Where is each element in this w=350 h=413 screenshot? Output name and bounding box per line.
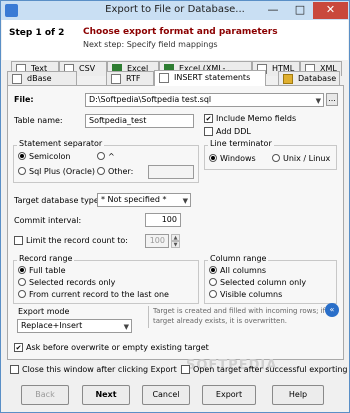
step-indicator: Step 1 of 2 [9,28,65,38]
rtf-icon [111,74,121,84]
record-full-table-radio[interactable] [18,266,26,274]
include-memo-checkbox[interactable] [204,114,213,123]
record-selected-label: Selected records only [29,278,116,287]
spin-down-icon[interactable]: ▼ [171,241,180,248]
minimize-button[interactable]: — [259,2,287,19]
record-from-current-radio[interactable] [18,290,26,298]
commit-interval-input[interactable]: 100 [145,213,181,227]
file-path-input[interactable]: D:\Softpedia\Softpedia test.sql ▼ [85,93,324,107]
title-bar: Export to File or Database... — □ ✕ [1,1,349,20]
close-after-checkbox[interactable] [10,365,19,374]
separator-other-radio[interactable] [97,167,105,175]
add-ddl-checkbox[interactable] [204,127,213,136]
export-mode-label: Export mode [18,307,70,316]
separator-semicolon-label: Semicolon [29,152,71,161]
record-from-current-label: From current record to the last one [29,290,169,299]
limit-checkbox[interactable] [14,236,23,245]
close-button[interactable]: ✕ [313,2,348,19]
target-db-label: Target database type: [14,196,102,205]
record-range-title: Record range [17,254,75,263]
column-all-radio[interactable] [209,266,217,274]
collapse-icon[interactable]: « [325,303,339,317]
separator-caret-label: ^ [108,152,115,161]
tab-rtf[interactable]: RTF [106,71,154,86]
chevron-down-icon: ▼ [182,197,188,205]
chevron-down-icon: ▼ [315,97,321,105]
sql-insert-icon [159,73,169,83]
separator-sqlplus-label: Sql Plus (Oracle) [29,167,96,176]
column-range-title: Column range [208,254,269,263]
limit-input[interactable]: 100 [145,234,169,248]
ask-overwrite-checkbox[interactable] [14,343,23,352]
separator-sqlplus-radio[interactable] [18,167,26,175]
open-after-label: Open target after successful exporting [193,365,348,374]
separator-other-input[interactable] [148,165,194,179]
include-memo-label: Include Memo fields [216,114,297,123]
header-subtitle: Next step: Specify field mappings [83,40,218,49]
column-selected-label: Selected column only [220,278,307,287]
tab-database[interactable]: Database [278,71,340,86]
column-visible-label: Visible columns [220,290,283,299]
tab-dbase[interactable]: dBase (DBF) [7,71,77,96]
database-icon [283,74,293,84]
limit-spinner[interactable]: ▲ ▼ [171,234,180,248]
add-ddl-label: Add DDL [216,127,251,136]
help-button[interactable]: Help [272,385,324,405]
terminator-windows-radio[interactable] [209,154,217,162]
statement-separator-title: Statement separator [17,139,105,148]
terminator-unix-label: Unix / Linux [283,154,331,163]
table-name-label: Table name: [14,116,63,125]
export-mode-select[interactable]: Replace+Insert ▼ [17,319,132,333]
column-visible-radio[interactable] [209,290,217,298]
record-selected-radio[interactable] [18,278,26,286]
commit-interval-label: Commit interval: [14,216,82,225]
chevron-down-icon: ▼ [123,323,129,331]
maximize-button[interactable]: □ [287,2,313,19]
separator-semicolon-radio[interactable] [18,152,26,160]
limit-label: Limit the record count to: [26,236,128,245]
browse-button[interactable]: ... [326,93,338,106]
export-button[interactable]: Export [202,385,256,405]
separator-other-label: Other: [108,167,134,176]
separator-caret-radio[interactable] [97,152,105,160]
tab-insert-statements[interactable]: INSERT statements [154,70,266,86]
record-full-table-label: Full table [29,266,66,275]
cancel-button[interactable]: Cancel [142,385,190,405]
dbase-icon [12,74,22,84]
close-after-label: Close this window after clicking Export [22,365,177,374]
column-selected-radio[interactable] [209,278,217,286]
column-all-label: All columns [220,266,267,275]
terminator-windows-label: Windows [220,154,256,163]
line-terminator-title: Line terminator [208,139,274,148]
target-db-select[interactable]: * Not specified * ▼ [97,193,191,207]
export-dialog: Export to File or Database... — □ ✕ Step… [0,0,350,413]
next-button[interactable]: Next [82,385,130,405]
spin-up-icon[interactable]: ▲ [171,234,180,241]
wizard-header: Step 1 of 2 Choose export format and par… [2,20,348,60]
header-title: Choose export format and parameters [83,27,278,37]
table-name-input[interactable]: Softpedia_test [85,114,194,128]
open-after-checkbox[interactable] [181,365,190,374]
ask-overwrite-label: Ask before overwrite or empty existing t… [26,343,209,352]
export-mode-help: Target is created and filled with incomi… [148,306,333,328]
back-button[interactable]: Back [21,385,69,405]
terminator-unix-radio[interactable] [272,154,280,162]
file-label: File: [14,95,34,104]
